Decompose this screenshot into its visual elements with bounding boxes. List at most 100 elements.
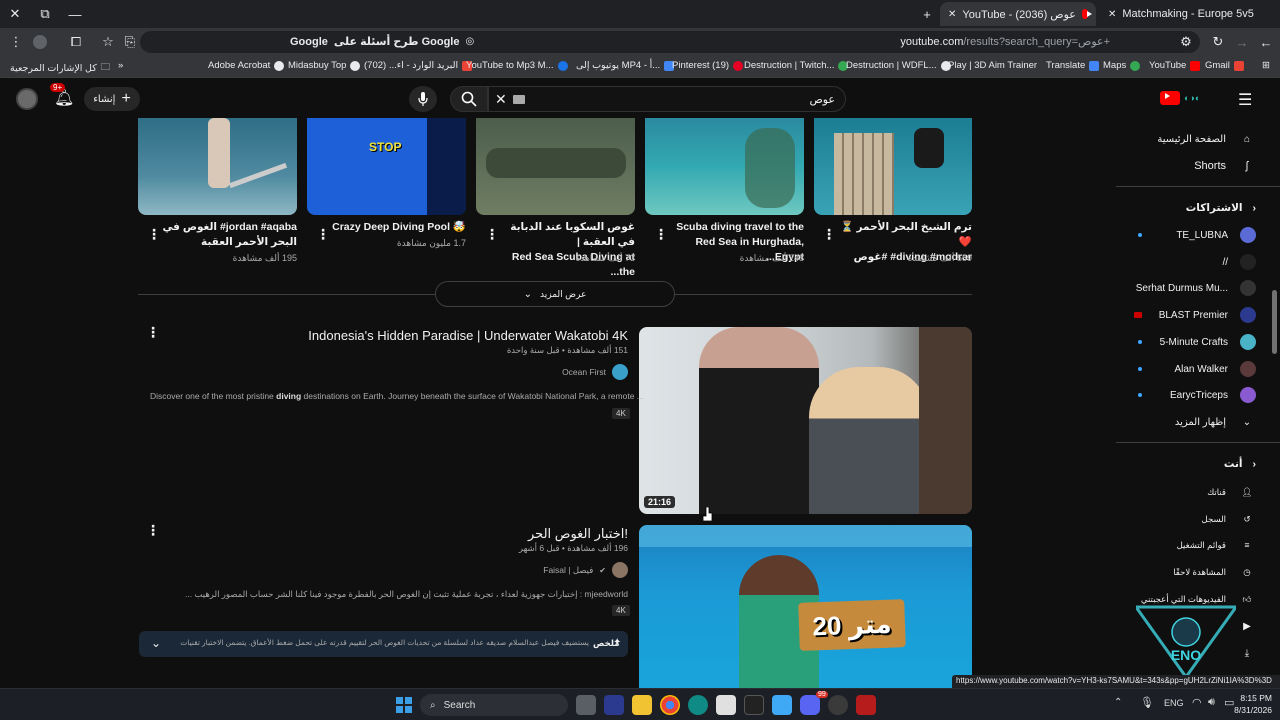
video-title[interactable]: Indonesia's Hidden Paradise | Underwater… — [170, 328, 628, 343]
clock[interactable]: 8:15 PM 8/31/2026 — [1228, 692, 1272, 716]
youtube-logo[interactable]: ◐◑◐ — [1160, 91, 1200, 105]
short-thumbnail[interactable] — [476, 118, 635, 215]
search-input[interactable]: ✕ عوص — [488, 86, 846, 112]
extensions-icon[interactable]: ⧠ — [66, 32, 86, 52]
chrome-icon[interactable] — [660, 695, 680, 715]
profile-icon[interactable] — [30, 32, 50, 52]
sidebar-item-history[interactable]: السجل ↺ — [1202, 506, 1256, 532]
sidebar-item-playlists[interactable]: قوائم التشغيل ≡ — [1177, 532, 1256, 558]
close-tab-icon[interactable]: ✕ — [1108, 9, 1116, 20]
bookmark-midasbuy[interactable]: Midasbuy Top — [288, 60, 361, 71]
ai-summary-panel[interactable]: ⌄ يستضيف فيصل عبدالسلام صديقه عداد لسلسل… — [139, 631, 628, 657]
google-lens-chip[interactable]: Google طرح أسئلة على Google ◎ — [290, 35, 474, 49]
volume-icon[interactable]: 🔊︎ — [1208, 696, 1215, 709]
menu-kebab-icon[interactable]: ⋮ — [6, 32, 26, 52]
keyboard-icon[interactable] — [513, 95, 525, 104]
sidebar-show-more[interactable]: إظهار المزيد ⌄ — [1175, 409, 1256, 435]
create-button[interactable]: إنشاء + — [84, 87, 140, 111]
microphone-icon[interactable]: 🎙︎ — [1140, 696, 1154, 709]
clear-search-icon[interactable]: ✕ — [495, 91, 507, 108]
close-tab-icon[interactable]: ✕ — [948, 9, 956, 20]
video-thumbnail[interactable]: 21:16 — [639, 327, 972, 514]
sidebar-item-your-channel[interactable]: قناتك 👤︎ — [1207, 479, 1256, 505]
sidebar-sub-serhat[interactable]: Serhat Durmus Mu... — [1136, 275, 1256, 301]
tab-matchmaking[interactable]: ✕ Matchmaking - Europe 5v5 Qu — [1100, 2, 1256, 26]
sidebar-item-watch-later[interactable]: المشاهدة لاحقًا ◷ — [1173, 559, 1256, 585]
minimize-window-icon[interactable]: — — [64, 4, 86, 24]
video-title[interactable]: اختبار الغوص الحر! — [170, 526, 628, 542]
search-button[interactable] — [450, 86, 488, 112]
bookmark-twitch[interactable]: Destruction | Twitch... — [744, 60, 849, 71]
avatar[interactable] — [16, 88, 38, 110]
sidebar-item-downloads[interactable]: ⤓ — [1238, 640, 1256, 666]
sidebar-item-your-videos[interactable]: ▶ — [1238, 613, 1256, 639]
edge-icon[interactable] — [688, 695, 708, 715]
bookmarks-overflow-icon[interactable]: » — [118, 60, 123, 71]
bookmark-yt-mp3[interactable]: YouTube to Mp3 M... — [466, 60, 568, 71]
sidebar-sub-5-minute-crafts[interactable]: 5-Minute Crafts — [1116, 329, 1256, 355]
channel-link[interactable]: Ocean First — [480, 364, 628, 380]
reload-icon[interactable]: ↻ — [1208, 32, 1228, 52]
short-thumbnail[interactable]: STOP — [307, 118, 466, 215]
tray-chevron-icon[interactable]: ⌃ — [1114, 697, 1122, 708]
video-menu-icon[interactable]: ⋮ — [146, 325, 160, 339]
bookmark-yt-mp4[interactable]: يوتيوب إلى MP4 - أ... — [576, 60, 675, 71]
sidebar-sub-slash[interactable]: // — [1222, 249, 1256, 275]
short-menu-icon[interactable]: ⋮ — [822, 227, 836, 241]
short-thumbnail[interactable] — [138, 118, 297, 215]
bookmark-wdfl[interactable]: Destruction | WDFL... — [846, 60, 951, 71]
sidebar-sub-te-lubna[interactable]: TE_LUBNA — [1116, 222, 1256, 248]
bookmark-maps[interactable]: Maps — [1103, 60, 1141, 71]
sidebar-sub-blast[interactable]: BLAST Premier — [1116, 302, 1256, 328]
back-icon[interactable]: ← — [1256, 32, 1276, 52]
bookmark-adobe[interactable]: Adobe Acrobat — [208, 60, 285, 71]
sidebar-sub-alan-walker[interactable]: Alan Walker — [1116, 356, 1256, 382]
bookmark-translate[interactable]: Translate — [1046, 60, 1100, 71]
steam-icon[interactable] — [828, 695, 848, 715]
voice-search-icon[interactable] — [409, 86, 437, 112]
taskbar-search[interactable]: ⌕ Search — [420, 694, 568, 716]
hamburger-menu-icon[interactable]: ☰ — [1238, 90, 1252, 110]
you-header[interactable]: أنت › — [1224, 458, 1256, 470]
short-menu-icon[interactable]: ⋮ — [147, 227, 161, 241]
sidebar-scrollbar[interactable] — [1272, 290, 1277, 354]
app-icon[interactable] — [604, 695, 624, 715]
wifi-icon[interactable]: ◠ — [1192, 696, 1202, 709]
restore-window-icon[interactable]: ⧉ — [34, 4, 56, 24]
video-thumbnail[interactable]: 20 متر — [639, 525, 972, 688]
short-title[interactable]: jordan #aqaba# الغوص في البحر الأحمر العق… — [160, 220, 297, 250]
bookmark-gmail[interactable]: Gmail — [1205, 60, 1244, 71]
close-window-icon[interactable]: ✕ — [4, 4, 26, 24]
address-bar[interactable]: Google طرح أسئلة على Google ◎ youtube.co… — [140, 31, 1200, 53]
vpn-shield-icon[interactable] — [856, 695, 876, 715]
short-title[interactable]: 🤯 Crazy Deep Diving Pool — [328, 220, 466, 235]
short-thumbnail[interactable] — [645, 118, 804, 215]
short-menu-icon[interactable]: ⋮ — [654, 227, 668, 241]
bookmark-inbox[interactable]: البريد الوارد - اء... (702) — [364, 60, 473, 71]
site-settings-icon[interactable]: ⚙ — [1176, 32, 1196, 52]
notepad-icon[interactable] — [716, 695, 736, 715]
bookmark-aim-trainer[interactable]: Play | 3D Aim Trainer — [948, 60, 1037, 71]
sidebar-item-home[interactable]: الصفحة الرئيسية ⌂ — [1157, 126, 1256, 152]
bookmark-star-icon[interactable]: ☆ — [98, 32, 118, 52]
forward-icon[interactable]: → — [1232, 32, 1252, 52]
short-menu-icon[interactable]: ⋮ — [316, 227, 330, 241]
channel-link[interactable]: Faisal | فيصل ✔ — [480, 562, 628, 578]
sidebar-item-shorts[interactable]: Shorts ʃ — [1194, 153, 1256, 179]
apps-grid-icon[interactable]: ⊞ — [1262, 60, 1270, 71]
capcut-icon[interactable] — [744, 695, 764, 715]
sidebar-sub-earyctriceps[interactable]: EarycTriceps — [1116, 382, 1256, 408]
new-tab-icon[interactable]: + — [916, 4, 938, 24]
all-bookmarks[interactable]: كل الإشارات المرجعية 🗀 — [10, 60, 110, 76]
bookmark-youtube[interactable]: YouTube — [1149, 60, 1201, 71]
language-indicator[interactable]: ENG — [1164, 698, 1184, 708]
file-explorer-icon[interactable] — [632, 695, 652, 715]
store-icon[interactable] — [772, 695, 792, 715]
bookmark-pinterest[interactable]: Pinterest (19) — [672, 60, 744, 71]
short-menu-icon[interactable]: ⋮ — [485, 227, 499, 241]
subscriptions-header[interactable]: الاشتراكات › — [1186, 202, 1256, 214]
chevron-down-icon[interactable]: ⌄ — [151, 636, 161, 650]
video-menu-icon[interactable]: ⋮ — [146, 523, 160, 537]
task-view-icon[interactable] — [576, 695, 596, 715]
windows-start-icon[interactable] — [396, 697, 412, 713]
